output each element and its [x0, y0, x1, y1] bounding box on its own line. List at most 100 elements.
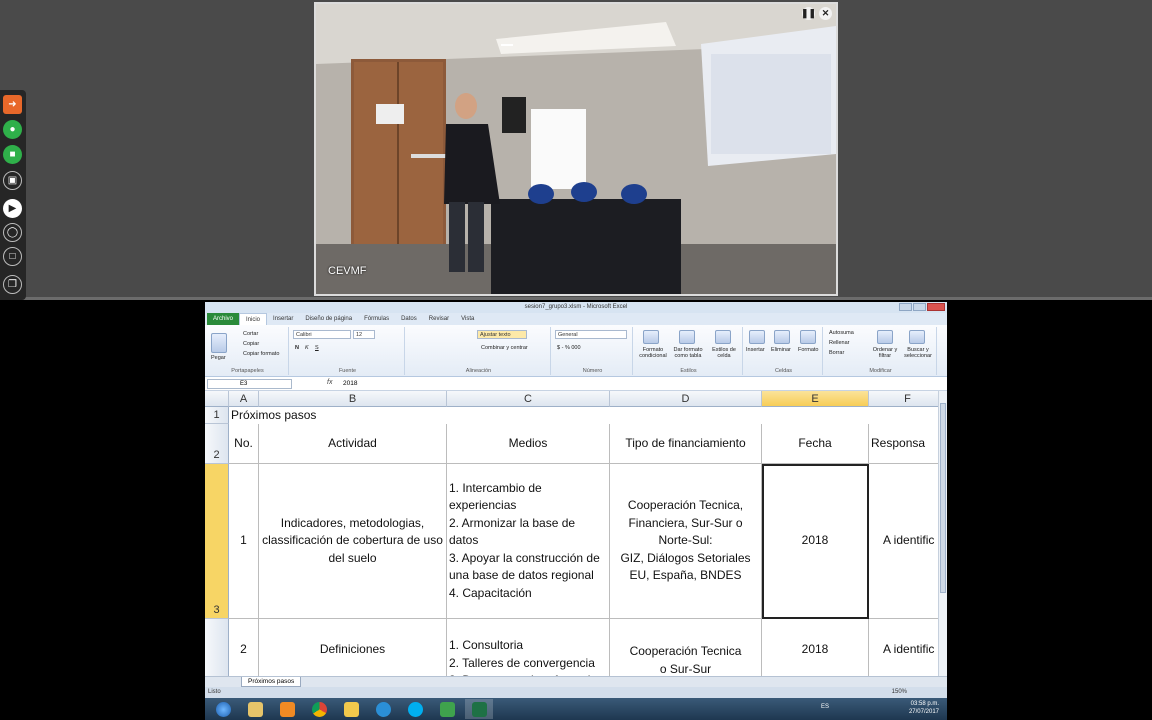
header-cell-fecha[interactable]: Fecha [762, 424, 869, 464]
header-cell-actividad[interactable]: Actividad [259, 424, 447, 464]
media-icon[interactable] [273, 699, 301, 719]
maximize-button[interactable] [913, 303, 926, 311]
select-all-corner[interactable] [205, 391, 229, 407]
conditional-format-icon[interactable] [643, 330, 659, 344]
format-table-icon[interactable] [679, 330, 695, 344]
screen-icon[interactable]: ▣ [3, 171, 22, 190]
cell-medios[interactable]: 1. Consultoria 2. Talleres de convergenc… [447, 619, 610, 681]
tab-datos[interactable]: Datos [395, 313, 423, 325]
column-header-c[interactable]: C [447, 391, 610, 407]
chrome-icon[interactable] [305, 699, 333, 719]
splitter[interactable] [0, 297, 1152, 300]
cell-tipo[interactable]: Cooperación Tecnica o Sur-Sur [610, 619, 762, 681]
language-indicator[interactable]: ES [821, 704, 829, 710]
fx-icon[interactable]: fx [327, 379, 332, 386]
delete-cells-icon[interactable] [774, 330, 790, 344]
column-header-f[interactable]: F [869, 391, 947, 407]
cell-no[interactable]: 2 [229, 619, 259, 681]
microphone-icon[interactable]: ● [3, 120, 22, 139]
italic-button[interactable]: K [305, 345, 309, 351]
ie-icon[interactable] [369, 699, 397, 719]
row-header-4[interactable] [205, 619, 229, 681]
mouse-icon[interactable]: ◯ [3, 223, 22, 242]
formula-input[interactable]: 2018 [343, 380, 357, 387]
camtasia-icon[interactable] [433, 699, 461, 719]
play-icon[interactable]: ▶ [3, 199, 22, 218]
cell-medios[interactable]: 1. Intercambio de experiencias 2. Armoni… [447, 464, 610, 619]
find-select-icon[interactable] [909, 330, 925, 344]
start-icon[interactable] [209, 699, 237, 719]
sort-filter-icon[interactable] [877, 330, 893, 344]
bold-button[interactable]: N [295, 345, 299, 351]
explorer-icon[interactable] [241, 699, 269, 719]
cut-button[interactable]: Cortar [243, 331, 258, 337]
tab-vista[interactable]: Vista [455, 313, 480, 325]
column-header-d[interactable]: D [610, 391, 762, 407]
autosum-button[interactable]: Autosuma [829, 330, 854, 336]
header-cell-tipo[interactable]: Tipo de financiamiento [610, 424, 762, 464]
find-select-button[interactable]: Buscar y seleccionar [901, 347, 935, 359]
copy-button[interactable]: Copiar [243, 341, 259, 347]
format-cells-button[interactable]: Formato [798, 347, 818, 353]
row-header-2[interactable]: 2 [205, 424, 229, 464]
sheet-title-cell[interactable]: Próximos pasos [229, 407, 429, 424]
header-cell-medios[interactable]: Medios [447, 424, 610, 464]
header-cell-no[interactable]: No. [229, 424, 259, 464]
row-header-1[interactable]: 1 [205, 407, 229, 424]
camera-icon[interactable]: ■ [3, 145, 22, 164]
cell-actividad[interactable]: Indicadores, metodologias, classificació… [259, 464, 447, 619]
underline-button[interactable]: S [315, 345, 319, 351]
conditional-format-button[interactable]: Formato condicional [637, 347, 669, 359]
insert-cells-icon[interactable] [749, 330, 765, 344]
tab-formulas[interactable]: Fórmulas [358, 313, 395, 325]
chat-icon[interactable]: □ [3, 247, 22, 266]
clock[interactable]: 03:58 p.m. 27/07/2017 [909, 700, 939, 716]
format-table-button[interactable]: Dar formato como tabla [671, 347, 705, 359]
tab-revisar[interactable]: Revisar [423, 313, 455, 325]
cell-responsable[interactable]: A identific [869, 619, 947, 681]
cell-styles-icon[interactable] [715, 330, 731, 344]
tab-diseno[interactable]: Diseño de página [299, 313, 358, 325]
row-header-3[interactable]: 3 [205, 464, 229, 619]
merge-center-button[interactable]: Combinar y centrar [481, 345, 528, 351]
tab-archivo[interactable]: Archivo [207, 313, 240, 325]
cell-fecha[interactable]: 2018 [762, 619, 869, 681]
format-painter-button[interactable]: Copiar formato [243, 351, 279, 357]
format-cells-icon[interactable] [800, 330, 816, 344]
tab-insertar[interactable]: Insertar [267, 313, 299, 325]
skype-icon[interactable] [401, 699, 429, 719]
windows-icon[interactable]: ❐ [3, 275, 22, 294]
header-cell-responsable[interactable]: Responsa [869, 424, 947, 464]
cell-actividad[interactable]: Definiciones [259, 619, 447, 681]
column-header-a[interactable]: A [229, 391, 259, 407]
insert-cells-button[interactable]: Insertar [746, 347, 765, 353]
zoom-level[interactable]: 150% [892, 687, 907, 698]
clear-button[interactable]: Borrar [829, 350, 844, 356]
paste-icon[interactable] [211, 333, 227, 353]
column-header-e[interactable]: E [762, 391, 869, 407]
fill-button[interactable]: Rellenar [829, 340, 849, 346]
paste-button[interactable]: Pegar [211, 355, 226, 361]
scroll-thumb[interactable] [940, 403, 946, 593]
name-box[interactable]: E3 [207, 379, 292, 389]
share-icon[interactable]: ➜ [3, 95, 22, 114]
font-name-select[interactable]: Calibri [293, 330, 351, 339]
pause-icon[interactable]: ❚❚ [801, 7, 816, 20]
wrap-text-button[interactable]: Ajustar texto [477, 330, 527, 339]
cell-responsable[interactable]: A identific [869, 464, 947, 619]
cell-styles-button[interactable]: Estilos de celda [709, 347, 739, 359]
sort-filter-button[interactable]: Ordenar y filtrar [871, 347, 899, 359]
excel-icon[interactable] [465, 699, 493, 719]
close-button[interactable] [927, 303, 945, 311]
close-icon[interactable]: ✕ [819, 7, 832, 20]
cell-tipo[interactable]: Cooperación Tecnica, Financiera, Sur-Sur… [610, 464, 762, 619]
font-size-select[interactable]: 12 [353, 330, 375, 339]
cell-no[interactable]: 1 [229, 464, 259, 619]
folder-icon[interactable] [337, 699, 365, 719]
cell-fecha-selected[interactable]: 2018 [762, 464, 869, 619]
column-header-b[interactable]: B [259, 391, 447, 407]
minimize-button[interactable] [899, 303, 912, 311]
number-format-select[interactable]: General [555, 330, 627, 339]
sheet-tab[interactable]: Próximos pasos [241, 677, 302, 687]
delete-cells-button[interactable]: Eliminar [771, 347, 791, 353]
